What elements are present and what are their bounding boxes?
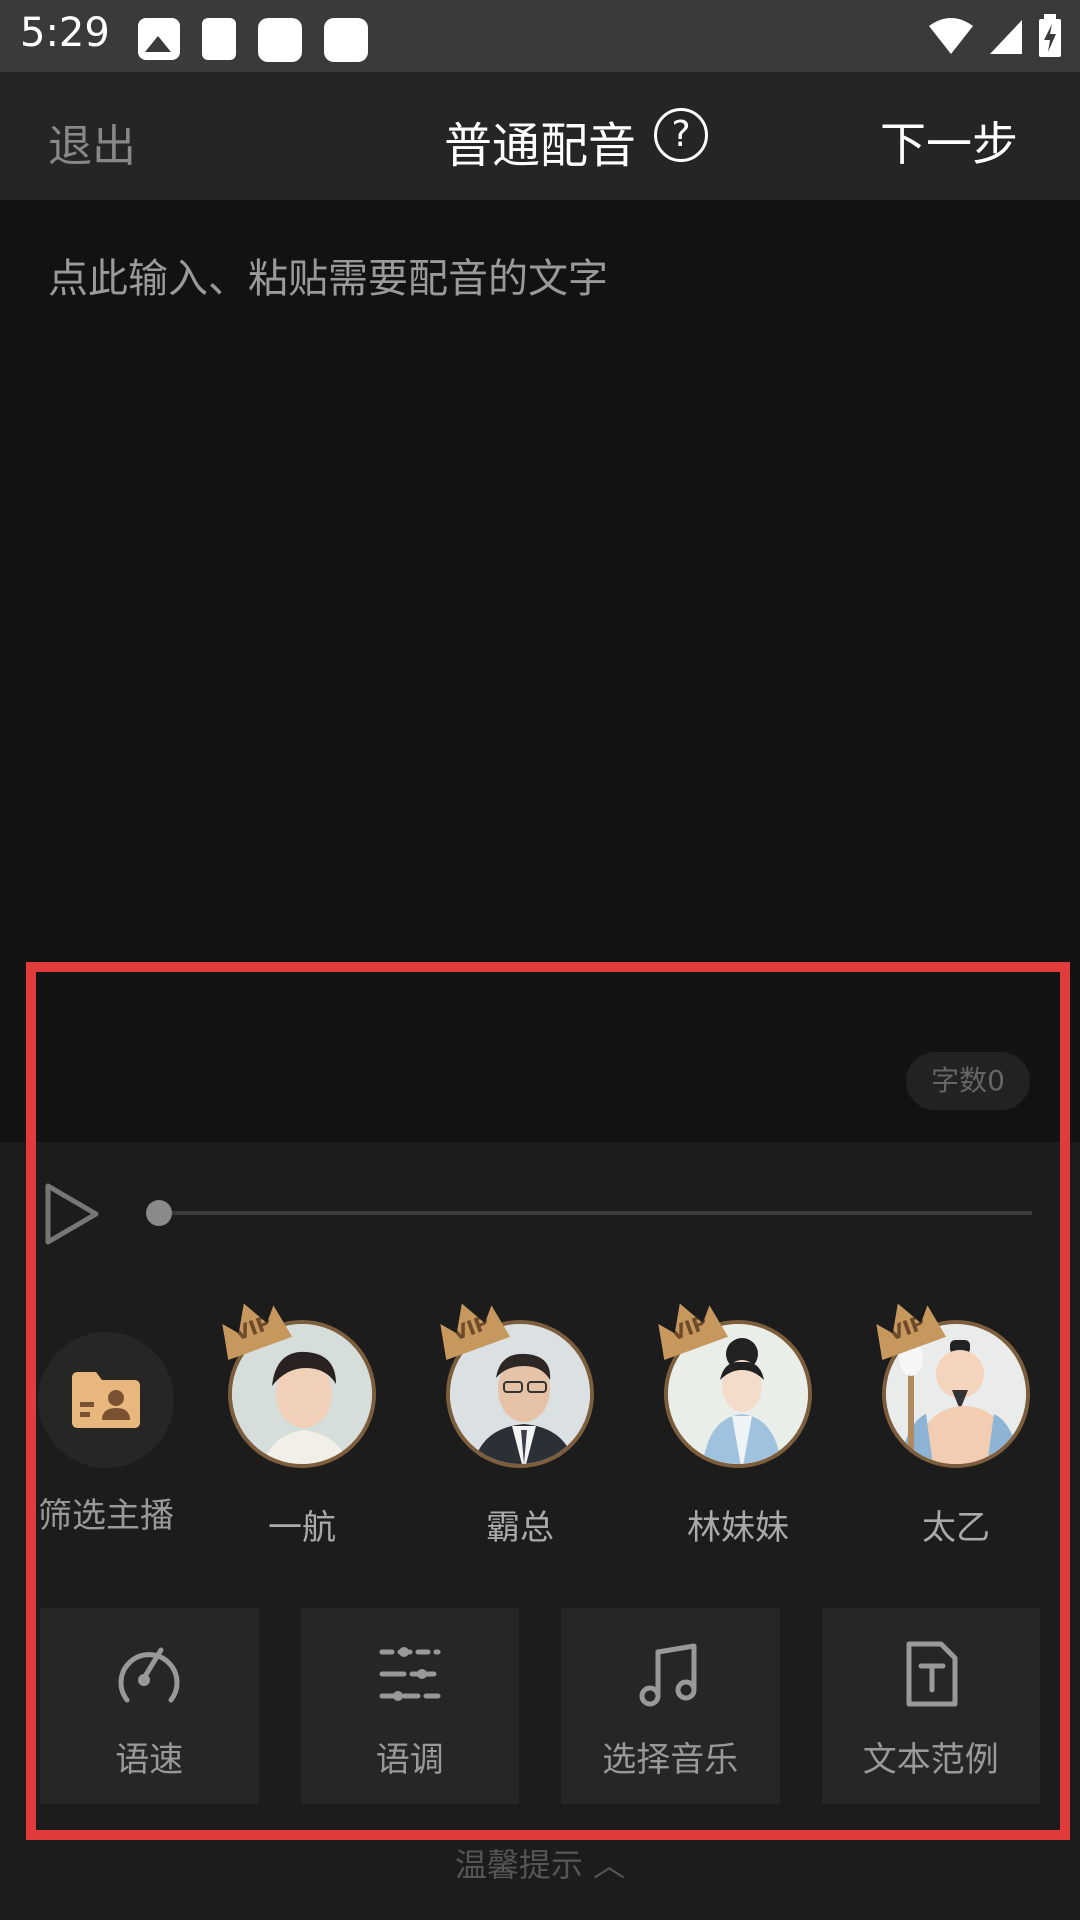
filter-anchors-label: 筛选主播 bbox=[38, 1496, 174, 1536]
next-step-button[interactable]: 下一步 bbox=[880, 108, 1018, 174]
tool-bar: 语速 语调 选择音乐 文本范例 bbox=[40, 1608, 1040, 1804]
status-bar: 5:29 bbox=[0, 0, 1080, 72]
sliders-icon bbox=[379, 1647, 441, 1701]
music-note-icon bbox=[639, 1643, 697, 1707]
exit-button[interactable]: 退出 bbox=[48, 110, 136, 174]
speech-rate-button[interactable]: 语速 bbox=[40, 1608, 259, 1804]
top-bar: 退出 普通配音 ? 下一步 bbox=[0, 72, 1080, 200]
text-document-icon bbox=[906, 1641, 958, 1707]
voice-list: 筛选主播 VIP 一航 VIP 霸总 VIP 林妹妹 VIP 太乙 bbox=[0, 1290, 1080, 1550]
filter-anchors-button[interactable] bbox=[38, 1332, 174, 1468]
progress-track[interactable] bbox=[158, 1211, 1032, 1215]
tone-button[interactable]: 语调 bbox=[300, 1608, 519, 1804]
app-notification-icon bbox=[258, 18, 302, 62]
folder-person-icon bbox=[72, 1372, 140, 1428]
status-time: 5:29 bbox=[20, 10, 110, 56]
tool-label: 文本范例 bbox=[862, 1740, 999, 1780]
select-music-button[interactable]: 选择音乐 bbox=[561, 1608, 780, 1804]
speedometer-icon bbox=[118, 1647, 180, 1703]
image-notification-icon bbox=[138, 18, 180, 60]
warm-tips-toggle[interactable]: 温馨提示 ︿ bbox=[0, 1840, 1080, 1886]
voice-name: 一航 bbox=[268, 1508, 336, 1548]
progress-thumb[interactable] bbox=[146, 1200, 172, 1226]
voice-name: 太乙 bbox=[922, 1508, 990, 1548]
play-icon[interactable] bbox=[44, 1182, 100, 1246]
help-icon[interactable]: ? bbox=[654, 108, 708, 162]
text-input-placeholder[interactable]: 点此输入、粘贴需要配音的文字 bbox=[48, 246, 608, 304]
voice-name: 林妹妹 bbox=[687, 1508, 789, 1548]
tool-label: 语调 bbox=[375, 1740, 444, 1780]
audio-player bbox=[0, 1142, 1080, 1282]
page-title: 普通配音 bbox=[444, 118, 637, 174]
cellular-signal-icon bbox=[990, 20, 1022, 54]
voice-name: 霸总 bbox=[486, 1508, 554, 1548]
text-notification-icon bbox=[202, 18, 236, 60]
tool-label: 选择音乐 bbox=[602, 1740, 739, 1780]
tool-label: 语速 bbox=[115, 1740, 184, 1780]
text-sample-button[interactable]: 文本范例 bbox=[821, 1608, 1040, 1804]
char-count-badge: 字数0 bbox=[906, 1052, 1030, 1110]
battery-icon bbox=[1039, 14, 1061, 57]
text-input-area[interactable]: 点此输入、粘贴需要配音的文字 字数0 bbox=[0, 200, 1080, 1142]
app-notification-icon-2 bbox=[324, 18, 368, 62]
wifi-icon bbox=[929, 18, 973, 54]
